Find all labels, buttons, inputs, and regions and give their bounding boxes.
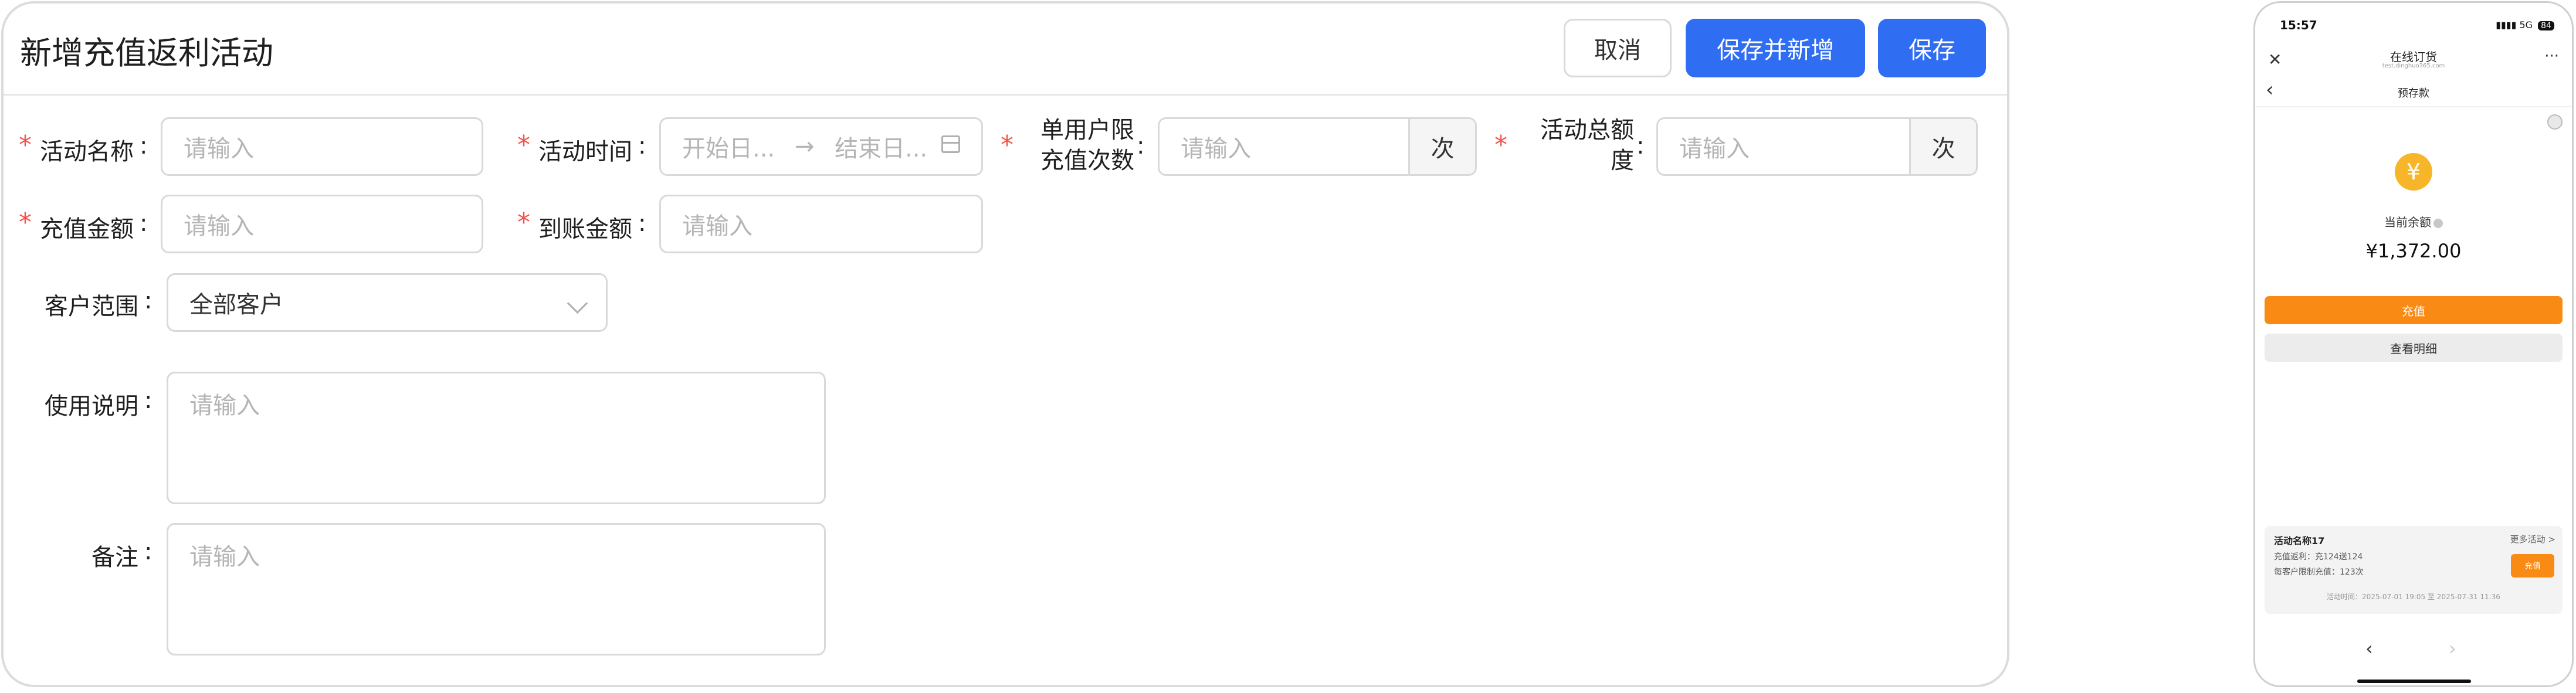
colon: : xyxy=(1137,133,1145,159)
save-and-new-button[interactable]: 保存并新增 xyxy=(1686,19,1865,77)
more-activities-link[interactable]: 更多活动 > xyxy=(2510,533,2555,545)
save-button[interactable]: 保存 xyxy=(1878,19,1986,77)
header-divider xyxy=(4,94,2007,96)
customer-scope-select[interactable]: 全部客户 xyxy=(167,273,608,332)
activity-name-input[interactable]: 请输入 xyxy=(161,117,483,176)
credited-amount-input[interactable]: 请输入 xyxy=(659,195,983,253)
customer-scope-label: 客户范围 xyxy=(45,293,138,320)
recharge-amount-input[interactable]: 请输入 xyxy=(161,195,483,253)
required-mark: * xyxy=(517,130,530,160)
colon: : xyxy=(1636,133,1645,159)
activity-name-placeholder: 请输入 xyxy=(184,135,254,162)
page-title: 新增充值返利活动 xyxy=(20,35,273,72)
activity-time-label: 活动时间 xyxy=(538,138,632,165)
remark-placeholder: 请输入 xyxy=(189,543,260,570)
colon: : xyxy=(144,287,152,314)
colon: : xyxy=(144,538,152,565)
remark-label: 备注 xyxy=(91,544,138,571)
cancel-button[interactable]: 取消 xyxy=(1564,19,1672,77)
remark-textarea[interactable]: 请输入 xyxy=(167,523,826,655)
page-subtitle: 预存款 xyxy=(2398,87,2429,100)
view-details-button[interactable]: 查看明细 xyxy=(2265,334,2563,362)
colon: : xyxy=(140,210,148,237)
promo-title: 活动名称17 xyxy=(2274,535,2325,546)
colon: : xyxy=(144,387,152,414)
recharge-button[interactable]: 充值 xyxy=(2265,296,2563,324)
help-icon[interactable] xyxy=(2433,218,2443,228)
network-label: 5G xyxy=(2519,19,2533,30)
total-limit-label: 活动总额 度 xyxy=(1531,115,1634,176)
chevron-down-icon xyxy=(567,293,588,314)
nav-divider xyxy=(2255,106,2572,107)
nav-forward-icon[interactable]: › xyxy=(2449,637,2456,660)
usage-note-placeholder: 请输入 xyxy=(189,392,260,419)
yuan-coin-icon: ¥ xyxy=(2395,153,2432,191)
balance-label: 当前余额 xyxy=(2255,213,2572,230)
balance-label-text: 当前余额 xyxy=(2384,215,2431,229)
total-limit-label-line2: 度 xyxy=(1611,147,1634,174)
promo-card: 活动名称17 更多活动 > 充值返利：充124送124 每客户限制充值：123次… xyxy=(2265,526,2563,614)
usage-note-label: 使用说明 xyxy=(45,393,138,420)
home-indicator xyxy=(2357,680,2471,683)
promo-limit-text: 每客户限制充值：123次 xyxy=(2274,568,2364,577)
total-limit-label-line1: 活动总额 xyxy=(1540,117,1634,144)
required-mark: * xyxy=(19,130,32,160)
per-user-limit-label-line2: 充值次数 xyxy=(1040,147,1134,174)
colon: : xyxy=(638,133,646,159)
usage-note-textarea[interactable]: 请输入 xyxy=(167,372,826,504)
credited-amount-placeholder: 请输入 xyxy=(682,213,753,240)
nav-back-icon[interactable]: ‹ xyxy=(2365,637,2373,660)
per-user-limit-label-line1: 单用户限 xyxy=(1040,117,1134,144)
promo-rebate-text: 充值返利：充124送124 xyxy=(2274,552,2363,562)
signal-icon: ▮▮▮▮ xyxy=(2496,19,2517,30)
recharge-amount-label: 充值金额 xyxy=(40,216,134,243)
phone-preview: 15:57 ▮▮▮▮ 5G 84 ✕ 在线订货 test.dinghuo365.… xyxy=(2253,1,2574,687)
total-limit-placeholder: 请输入 xyxy=(1679,135,1750,162)
status-bar-right: ▮▮▮▮ 5G 84 xyxy=(2496,19,2554,30)
end-date-placeholder[interactable]: 结束日... xyxy=(835,119,927,174)
required-mark: * xyxy=(517,208,530,237)
per-user-limit-label: 单用户限 充值次数 xyxy=(1036,115,1134,176)
per-user-limit-placeholder: 请输入 xyxy=(1181,135,1251,162)
per-user-limit-input[interactable]: 请输入 xyxy=(1158,117,1410,176)
colon: : xyxy=(638,210,646,237)
range-arrow-icon: → xyxy=(795,133,815,160)
miniapp-title: 在线订货 xyxy=(2390,50,2437,64)
start-date-placeholder[interactable]: 开始日... xyxy=(682,119,775,174)
recharge-amount-placeholder: 请输入 xyxy=(184,213,254,240)
required-mark: * xyxy=(1001,130,1014,160)
required-mark: * xyxy=(19,208,32,237)
info-icon[interactable] xyxy=(2547,114,2563,130)
status-time: 15:57 xyxy=(2280,18,2317,32)
calendar-icon xyxy=(941,135,960,153)
total-limit-unit: 次 xyxy=(1911,117,1978,176)
balance-value: ¥1,372.00 xyxy=(2365,240,2462,262)
more-icon[interactable]: ··· xyxy=(2544,47,2559,65)
form-panel: 新增充值返利活动 取消 保存并新增 保存 * 活动名称 : 请输入 * 活动时间… xyxy=(1,1,2009,687)
customer-scope-value: 全部客户 xyxy=(189,291,283,318)
activity-name-label: 活动名称 xyxy=(40,138,134,165)
promo-recharge-button[interactable]: 充值 xyxy=(2511,554,2554,578)
miniapp-url: test.dinghuo365.com xyxy=(2382,63,2445,69)
required-mark: * xyxy=(1494,130,1507,160)
per-user-limit-unit: 次 xyxy=(1410,117,1477,176)
promo-time-text: 活动时间：2025-07-01 19:05 至 2025-07-31 11:36 xyxy=(2327,593,2500,601)
total-limit-input[interactable]: 请输入 xyxy=(1656,117,1911,176)
battery-icon: 84 xyxy=(2538,21,2554,30)
credited-amount-label: 到账金额 xyxy=(538,216,632,243)
activity-time-range-picker[interactable]: 开始日... → 结束日... xyxy=(659,117,983,176)
colon: : xyxy=(140,133,148,159)
